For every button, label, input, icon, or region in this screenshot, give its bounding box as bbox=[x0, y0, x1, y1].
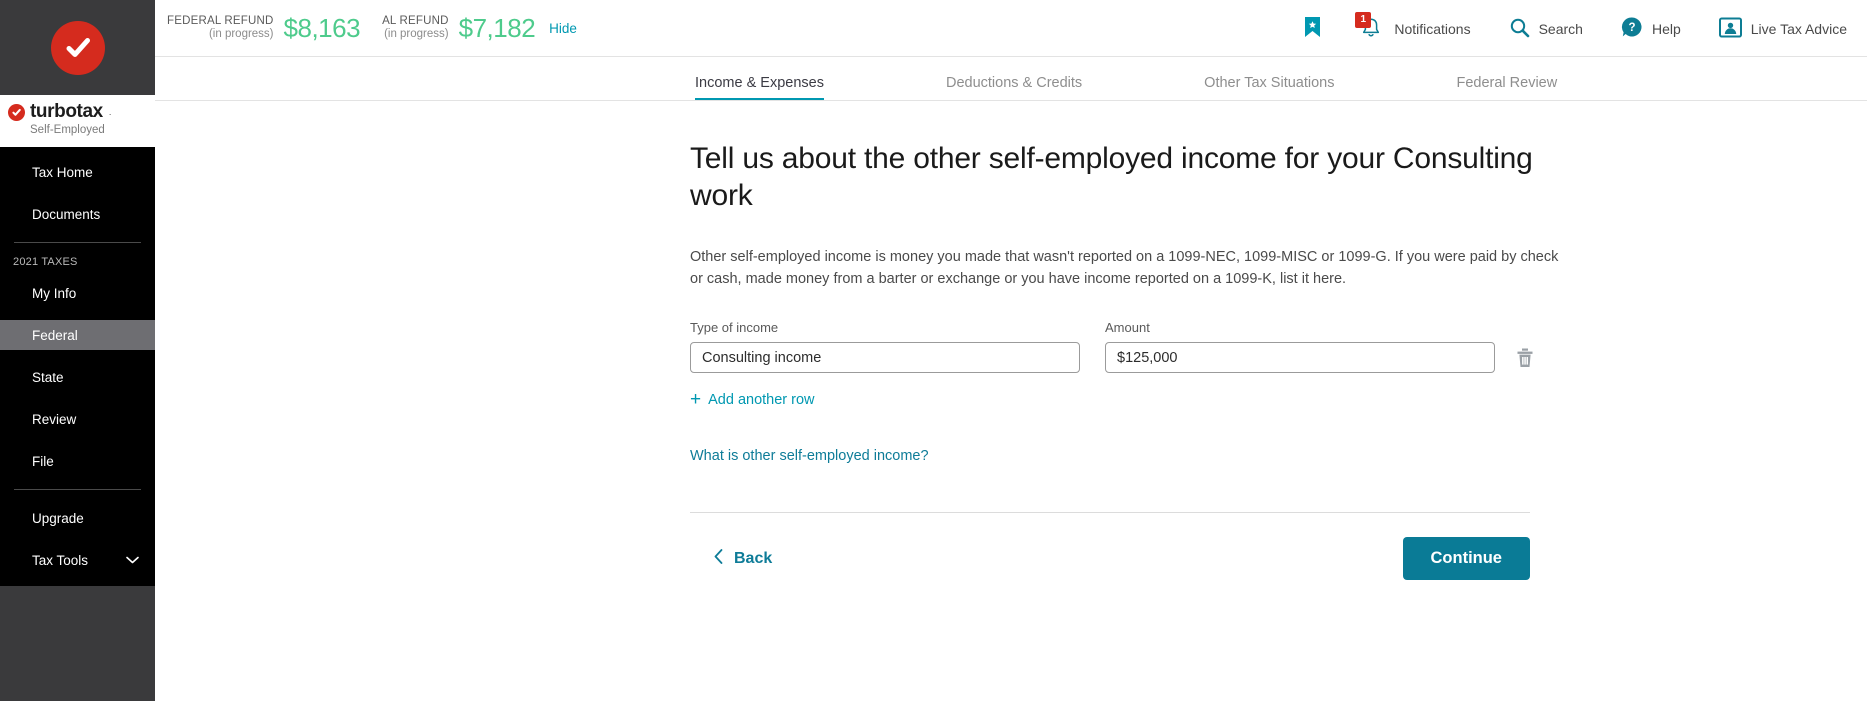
federal-refund-label: FEDERAL REFUND bbox=[167, 14, 274, 27]
state-refund-label: AL REFUND bbox=[382, 14, 449, 27]
sidebar-item-label: Tax Tools bbox=[32, 552, 89, 568]
notifications-label: Notifications bbox=[1394, 20, 1471, 37]
sidebar-logo-block bbox=[0, 0, 155, 95]
help-button[interactable]: ? Help bbox=[1621, 16, 1681, 41]
notification-badge: 1 bbox=[1355, 11, 1372, 28]
type-of-income-field-group: Type of income bbox=[690, 320, 1080, 374]
sidebar-item-documents[interactable]: Documents bbox=[0, 199, 155, 229]
top-header: FEDERAL REFUND (in progress) $8,163 AL R… bbox=[155, 0, 1867, 57]
sidebar-divider-bottom bbox=[14, 489, 141, 490]
trash-icon bbox=[1515, 348, 1535, 372]
search-button[interactable]: Search bbox=[1509, 17, 1583, 41]
sidebar: turbotax . Self-Employed Tax Home Docume… bbox=[0, 0, 155, 701]
federal-refund-amount: $8,163 bbox=[283, 12, 361, 43]
page-title: Tell us about the other self-employed in… bbox=[690, 142, 1533, 212]
continue-button[interactable]: Continue bbox=[1402, 537, 1530, 581]
sidebar-item-label: State bbox=[32, 369, 64, 385]
search-icon bbox=[1509, 17, 1530, 41]
tab-label: Deductions & Credits bbox=[945, 75, 1083, 91]
bookmark-icon bbox=[1304, 16, 1321, 41]
page-content: Tell us about the other self-employed in… bbox=[155, 101, 1867, 581]
state-refund-block: AL REFUND (in progress) $7,182 bbox=[382, 12, 536, 44]
tab-other-tax-situations[interactable]: Other Tax Situations bbox=[1204, 75, 1334, 100]
state-refund-status: (in progress) bbox=[384, 28, 449, 40]
brand-check-icon bbox=[8, 103, 25, 121]
amount-input[interactable] bbox=[1105, 342, 1495, 374]
brand-edition: Self-Employed bbox=[30, 124, 105, 136]
form-actions: Back Continue bbox=[690, 537, 1530, 581]
tab-income-expenses[interactable]: Income & Expenses bbox=[695, 75, 824, 100]
sidebar-item-label: Review bbox=[32, 411, 77, 427]
chevron-left-icon bbox=[714, 549, 723, 568]
bell-icon: 1 bbox=[1355, 11, 1385, 42]
tab-label: Federal Review bbox=[1456, 75, 1558, 91]
sidebar-footer bbox=[0, 586, 155, 701]
brand-trademark: . bbox=[108, 107, 112, 117]
person-card-icon bbox=[1718, 17, 1742, 41]
bookmark-button[interactable] bbox=[1304, 16, 1321, 41]
sidebar-section-label: 2021 TAXES bbox=[13, 256, 78, 268]
section-divider bbox=[690, 512, 1530, 514]
sidebar-item-state[interactable]: State bbox=[0, 362, 155, 392]
notifications-button[interactable]: 1 Notifications bbox=[1355, 11, 1471, 42]
sidebar-item-my-info[interactable]: My Info bbox=[0, 278, 155, 308]
sidebar-item-label: Documents bbox=[32, 206, 101, 222]
type-of-income-label: Type of income bbox=[690, 320, 779, 336]
add-another-row-label: Add another row bbox=[708, 391, 815, 408]
svg-text:?: ? bbox=[1628, 22, 1635, 34]
income-row: Type of income Amount bbox=[690, 320, 1867, 374]
amount-field-group: Amount bbox=[1105, 320, 1495, 374]
tab-bar: Income & Expenses Deductions & Credits O… bbox=[155, 57, 1867, 101]
sidebar-nav: Tax Home Documents 2021 TAXES My Info Fe… bbox=[0, 147, 155, 575]
tab-deductions-credits[interactable]: Deductions & Credits bbox=[946, 75, 1082, 100]
hide-refund-link[interactable]: Hide bbox=[549, 21, 577, 36]
tab-label: Other Tax Situations bbox=[1204, 75, 1335, 91]
page-description: Other self-employed income is money you … bbox=[690, 249, 1559, 288]
sidebar-item-label: Upgrade bbox=[32, 510, 84, 526]
sidebar-item-label: Federal bbox=[32, 327, 78, 343]
state-refund-amount: $7,182 bbox=[458, 12, 536, 43]
question-circle-icon: ? bbox=[1621, 16, 1643, 41]
sidebar-item-label: File bbox=[32, 453, 54, 469]
sidebar-item-tax-tools[interactable]: Tax Tools bbox=[0, 545, 155, 575]
add-another-row-link[interactable]: + Add another row bbox=[690, 390, 815, 409]
amount-label: Amount bbox=[1105, 320, 1150, 336]
live-tax-advice-label: Live Tax Advice bbox=[1750, 20, 1847, 37]
turbotax-app: turbotax . Self-Employed Tax Home Docume… bbox=[0, 0, 1867, 701]
tab-label: Income & Expenses bbox=[695, 75, 824, 91]
sidebar-item-federal[interactable]: Federal bbox=[0, 320, 155, 350]
sidebar-item-label: My Info bbox=[32, 285, 77, 301]
search-label: Search bbox=[1538, 20, 1583, 37]
brand-name: turbotax bbox=[30, 101, 103, 122]
chevron-down-icon bbox=[126, 554, 139, 566]
sidebar-divider-top bbox=[14, 242, 141, 243]
federal-refund-block: FEDERAL REFUND (in progress) $8,163 bbox=[167, 12, 361, 44]
live-tax-advice-button[interactable]: Live Tax Advice bbox=[1718, 17, 1847, 41]
back-label: Back bbox=[734, 549, 773, 567]
sidebar-item-upgrade[interactable]: Upgrade bbox=[0, 503, 155, 533]
checkmark-circle-icon bbox=[50, 20, 105, 75]
help-label: Help bbox=[1651, 20, 1681, 37]
federal-refund-status: (in progress) bbox=[208, 28, 274, 40]
plus-icon: + bbox=[690, 389, 702, 411]
what-is-other-self-employed-income-link[interactable]: What is other self-employed income? bbox=[690, 448, 1867, 464]
type-of-income-input[interactable] bbox=[690, 342, 1080, 374]
sidebar-item-file[interactable]: File bbox=[0, 446, 155, 476]
sidebar-item-label: Tax Home bbox=[32, 164, 93, 180]
brand-block: turbotax . Self-Employed bbox=[0, 95, 155, 147]
sidebar-item-review[interactable]: Review bbox=[0, 404, 155, 434]
header-actions: 1 Notifications Search ? Help Live Tax A… bbox=[1304, 0, 1847, 57]
delete-row-button[interactable] bbox=[1515, 347, 1535, 369]
main-area: FEDERAL REFUND (in progress) $8,163 AL R… bbox=[155, 0, 1867, 701]
sidebar-item-tax-home[interactable]: Tax Home bbox=[0, 157, 155, 187]
back-button[interactable]: Back bbox=[690, 549, 772, 568]
tab-federal-review[interactable]: Federal Review bbox=[1456, 75, 1557, 100]
